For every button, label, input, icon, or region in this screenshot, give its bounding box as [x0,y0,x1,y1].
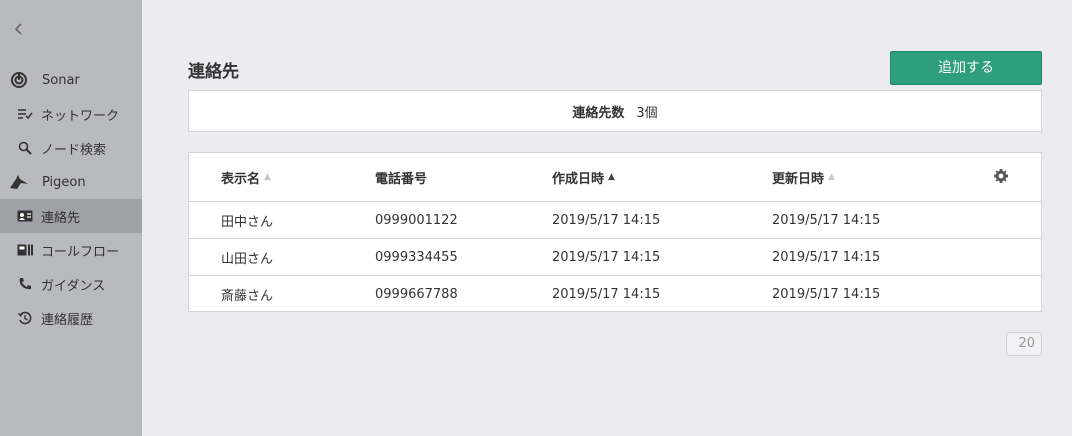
cell-phone: 0999667788 [375,286,458,302]
sidebar-nav: Sonar ネットワーク ノード検索 Pigeon 連絡先 コールフロー ガイダ… [0,63,142,335]
sidebar-item-label: ガイダンス [41,278,106,294]
contact-count-box: 連絡先数 3個 [188,90,1042,132]
table-row[interactable]: 山田さん 0999334455 2019/5/17 14:15 2019/5/1… [189,238,1041,275]
contact-card-icon [15,207,35,225]
sort-asc-active-icon: ▲ [608,172,615,182]
cell-updated: 2019/5/17 14:15 [772,249,881,265]
cell-created: 2019/5/17 14:15 [552,212,661,228]
column-header-created[interactable]: 作成日時 ▲ [552,153,615,201]
cell-updated: 2019/5/17 14:15 [772,212,881,228]
phone-icon [15,275,35,293]
column-header-updated[interactable]: 更新日時 ▲ [772,153,835,201]
network-list-icon [15,105,35,123]
contacts-table: 表示名 ▲ 電話番号 作成日時 ▲ 更新日時 ▲ 田中さん 0999001122 2 [188,152,1042,312]
sidebar-item-node-search[interactable]: ノード検索 [0,131,142,165]
page-size-select[interactable]: 20 [1006,332,1042,356]
app-window: Sonar ネットワーク ノード検索 Pigeon 連絡先 コールフロー ガイダ… [0,0,1072,436]
search-icon [15,139,35,157]
sidebar-item-callflow[interactable]: コールフロー [0,233,142,267]
add-contact-button[interactable]: 追加する [890,51,1042,85]
contact-count-value: 3個 [636,105,658,121]
page-title: 連絡先 [188,62,239,82]
column-header-display-name[interactable]: 表示名 ▲ [221,153,271,201]
table-row[interactable]: 斎藤さん 0999667788 2019/5/17 14:15 2019/5/1… [189,275,1041,312]
sidebar-item-label: 連絡先 [41,210,81,226]
pigeon-icon [8,173,30,191]
contact-count-label: 連絡先数 [572,105,625,121]
sidebar-item-network[interactable]: ネットワーク [0,97,142,131]
cell-display-name: 斎藤さん [221,288,274,304]
cell-display-name: 田中さん [221,214,274,230]
sidebar-item-label: コールフロー [41,244,120,260]
sonar-icon [8,71,30,89]
sidebar-item-label: ノード検索 [41,142,107,158]
sidebar-item-label: Sonar [42,72,80,88]
chevron-left-icon[interactable] [10,20,28,40]
cell-display-name: 山田さん [221,251,274,267]
table-header: 表示名 ▲ 電話番号 作成日時 ▲ 更新日時 ▲ [189,153,1041,201]
sidebar-item-label: ネットワーク [41,108,120,124]
cell-created: 2019/5/17 14:15 [552,286,661,302]
sidebar-item-history[interactable]: 連絡履歴 [0,301,142,335]
main-content: 連絡先 追加する 連絡先数 3個 表示名 ▲ 電話番号 作成日時 ▲ 更新日時 ▲ [142,0,1072,436]
cell-phone: 0999334455 [375,249,458,265]
sidebar-item-label: 連絡履歴 [41,312,94,328]
history-icon [15,309,35,327]
sidebar-item-guidance[interactable]: ガイダンス [0,267,142,301]
sidebar: Sonar ネットワーク ノード検索 Pigeon 連絡先 コールフロー ガイダ… [0,0,142,436]
cell-phone: 0999001122 [375,212,458,228]
table-row[interactable]: 田中さん 0999001122 2019/5/17 14:15 2019/5/1… [189,201,1041,238]
sidebar-item-sonar[interactable]: Sonar [0,63,142,97]
sort-asc-icon: ▲ [828,172,835,182]
sidebar-item-label: Pigeon [42,174,86,190]
cell-updated: 2019/5/17 14:15 [772,286,881,302]
column-header-phone: 電話番号 [375,171,428,187]
gear-icon[interactable] [993,168,1009,184]
sidebar-item-contacts[interactable]: 連絡先 [0,199,142,233]
cell-created: 2019/5/17 14:15 [552,249,661,265]
sidebar-item-pigeon[interactable]: Pigeon [0,165,142,199]
callflow-icon [15,241,35,259]
sort-asc-icon: ▲ [264,172,271,182]
